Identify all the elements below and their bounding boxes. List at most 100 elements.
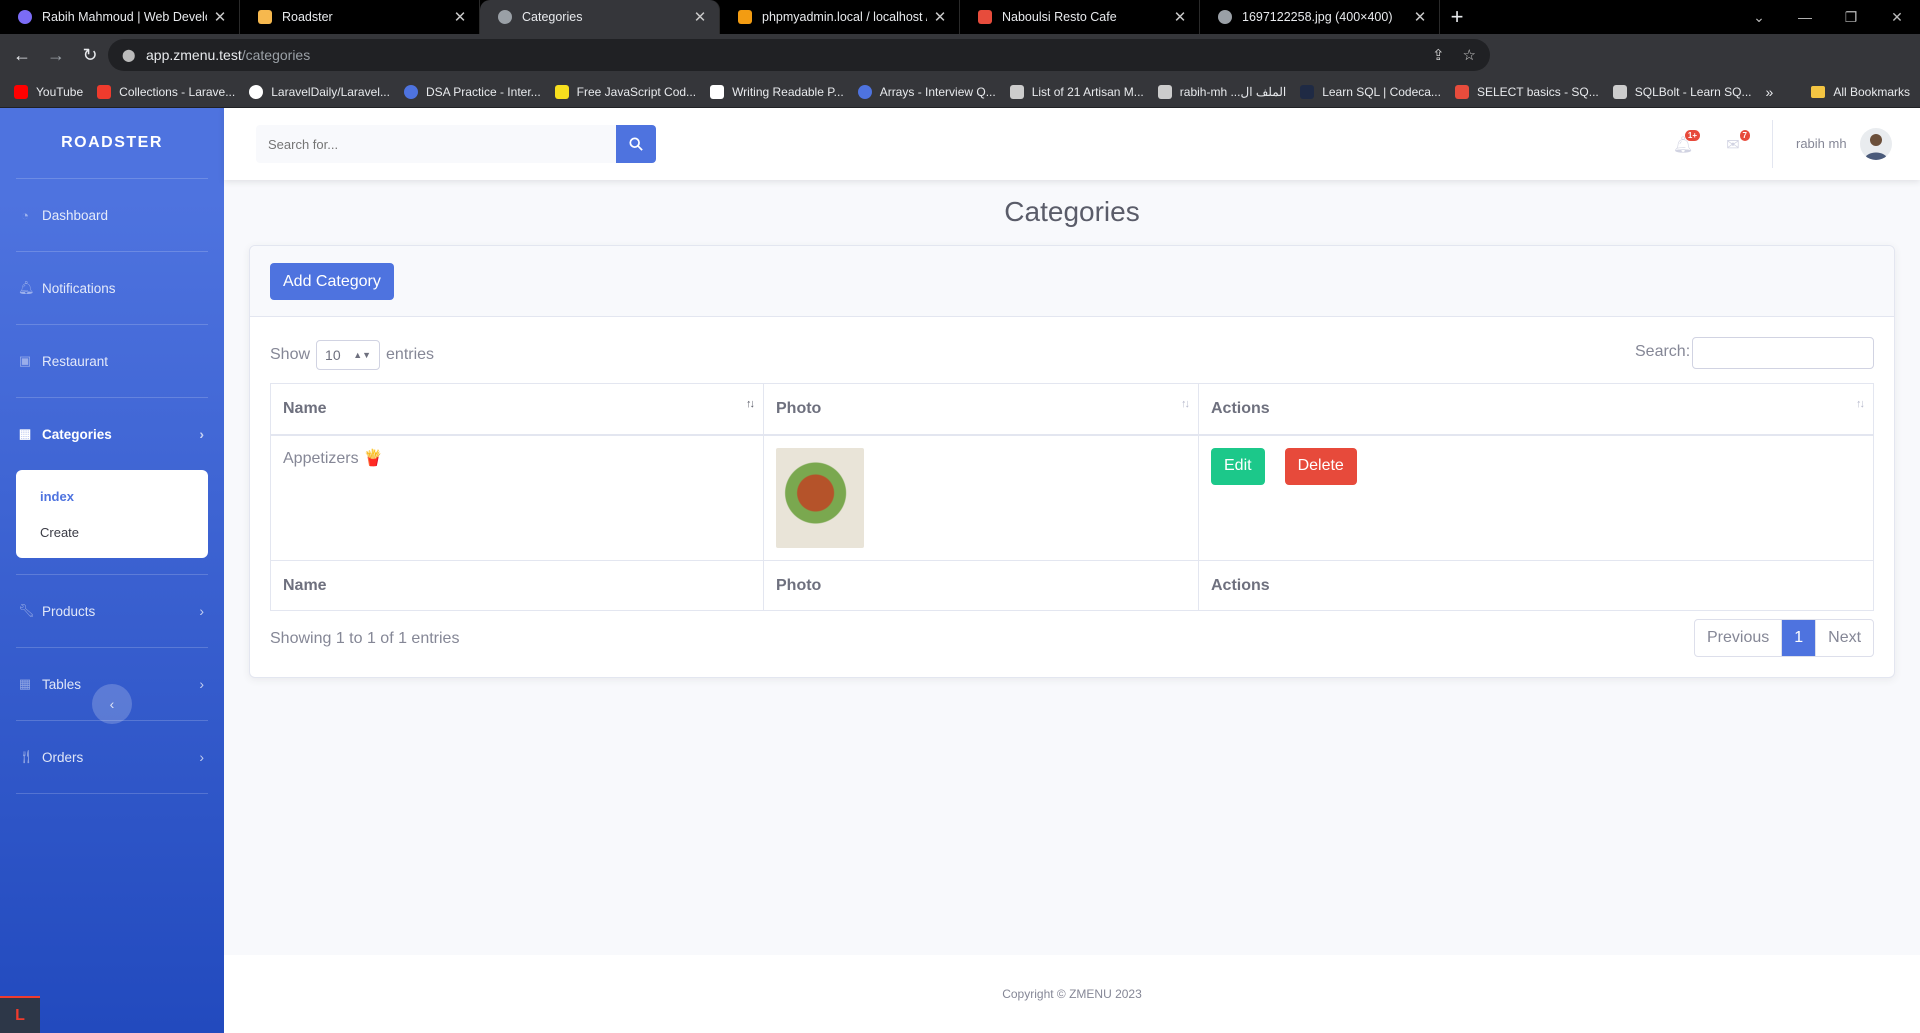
search-button[interactable]	[616, 125, 656, 163]
search-icon	[629, 137, 643, 151]
entries-length: Show 10 ▲▼ entries	[270, 340, 434, 370]
bookmark-item[interactable]: SELECT basics - SQ...	[1454, 84, 1599, 99]
category-photo	[776, 447, 864, 548]
avatar[interactable]	[1860, 128, 1892, 160]
select-arrows-icon: ▲▼	[353, 350, 372, 360]
reload-icon[interactable]: ↻	[78, 43, 102, 67]
entries-select[interactable]: 10 ▲▼	[316, 340, 381, 370]
javascript-icon	[554, 84, 569, 99]
bookmark-item[interactable]: rabih-mh ...الملف ال	[1157, 84, 1286, 99]
pagination: Previous 1 Next	[1694, 619, 1875, 657]
add-category-button[interactable]: Add Category	[270, 263, 394, 300]
browser-tab[interactable]: phpmyadmin.local / localhost / r ✕	[720, 0, 960, 34]
bookmark-favicon-icon	[403, 84, 418, 99]
url-host: app.zmenu.test	[146, 47, 242, 63]
messages-dropdown[interactable]: ✉ 7	[1718, 130, 1750, 160]
laravel-debugbar-icon[interactable]: L	[0, 996, 40, 1033]
browser-tab[interactable]: Rabih Mahmoud | Web Develop ✕	[0, 0, 240, 34]
site-info-icon[interactable]: ⬤	[122, 48, 136, 62]
edit-button[interactable]: Edit	[1211, 447, 1265, 485]
browser-tab[interactable]: Roadster ✕	[240, 0, 480, 34]
sidebar-item-dashboard[interactable]: ◔ Dashboard	[0, 179, 224, 251]
address-bar[interactable]: ⬤ app.zmenu.test/categories ⇪ ☆	[108, 39, 1490, 71]
close-icon[interactable]: ✕	[453, 8, 467, 26]
next-page-button[interactable]: Next	[1816, 620, 1873, 656]
tab-search-icon[interactable]: ⌄	[1736, 9, 1782, 26]
footer: Copyright © ZMENU 2023	[224, 955, 1920, 1033]
bookmark-favicon-icon	[857, 84, 872, 99]
bookmark-label: List of 21 Artisan M...	[1031, 84, 1144, 99]
sidebar-toggle-button[interactable]: ‹	[92, 684, 132, 724]
restore-icon[interactable]: ❐	[1828, 9, 1874, 26]
column-header-label: Actions	[1211, 399, 1270, 417]
delete-button[interactable]: Delete	[1284, 447, 1357, 485]
bookmark-label: LaravelDaily/Laravel...	[271, 84, 390, 99]
sidebar-item-notifications[interactable]: 🔔︎ Notifications	[0, 252, 224, 324]
bookmark-item[interactable]: SQLBolt - Learn SQ...	[1612, 84, 1751, 99]
column-header-actions[interactable]: Actions ↑↓	[1198, 383, 1874, 436]
bookmark-item[interactable]: Collections - Larave...	[97, 84, 236, 99]
column-header-photo[interactable]: Photo ↑↓	[763, 383, 1199, 436]
bookmark-label: DSA Practice - Inter...	[425, 84, 541, 99]
bell-icon: 🔔︎	[18, 280, 35, 295]
categories-table: Name ↑↓ Photo ↑↓ Actions ↑↓ Appetizers 🍟 Ed…	[270, 383, 1874, 611]
category-name: Appetizers	[283, 449, 359, 467]
youtube-icon	[14, 84, 28, 99]
sidebar-brand[interactable]: ROADSTER	[0, 108, 224, 178]
sidebar-item-orders[interactable]: 🍴︎ Orders ›	[0, 721, 224, 793]
url-path: /categories	[241, 47, 311, 63]
sidebar-item-restaurant[interactable]: ▣ Restaurant	[0, 325, 224, 397]
sidebar-item-label: Restaurant	[42, 353, 109, 369]
bookmark-item[interactable]: Free JavaScript Cod...	[554, 84, 696, 99]
sidebar-item-label: Tables	[42, 676, 82, 692]
close-icon[interactable]: ✕	[693, 8, 707, 26]
table-icon: ▦	[18, 426, 32, 441]
table-info: Showing 1 to 1 of 1 entries	[270, 630, 460, 647]
new-tab-button[interactable]: +	[1440, 0, 1474, 34]
bookmark-item[interactable]: List of 21 Artisan M...	[1009, 84, 1144, 99]
user-name[interactable]: rabih mh	[1796, 136, 1847, 151]
chevron-right-icon: ›	[199, 603, 204, 619]
browser-tab-bar: Rabih Mahmoud | Web Develop ✕ Roadster ✕ C…	[0, 0, 1920, 34]
minimize-icon[interactable]: —	[1782, 9, 1828, 25]
table-search-input[interactable]	[1692, 337, 1874, 369]
submenu-item-create[interactable]: Create	[16, 514, 208, 550]
browser-tab[interactable]: 1697122258.jpg (400×400) ✕	[1200, 0, 1440, 34]
close-icon[interactable]: ✕	[213, 8, 227, 26]
column-header-name[interactable]: Name ↑↓	[270, 383, 764, 436]
envelope-icon: ✉	[1726, 137, 1740, 154]
bookmark-label: SELECT basics - SQ...	[1476, 84, 1599, 99]
submenu-item-index[interactable]: index	[16, 478, 208, 514]
bookmark-item[interactable]: Writing Readable P...	[710, 84, 844, 99]
browser-tab[interactable]: Naboulsi Resto Cafe ✕	[960, 0, 1200, 34]
bookmark-label: Collections - Larave...	[119, 84, 236, 99]
search-input[interactable]	[256, 125, 616, 163]
bookmark-label: Writing Readable P...	[732, 84, 844, 99]
more-bookmarks-icon[interactable]: »	[1765, 84, 1773, 100]
bookmark-favicon-icon	[710, 84, 725, 99]
close-icon[interactable]: ✕	[1413, 8, 1427, 26]
bookmark-label: YouTube	[36, 84, 84, 99]
sidebar-item-products[interactable]: 🔧︎ Products ›	[0, 575, 224, 647]
close-icon[interactable]: ✕	[1173, 8, 1187, 26]
bookmark-item[interactable]: Learn SQL | Codeca...	[1300, 84, 1441, 99]
alerts-dropdown[interactable]: 🔔︎ 1+	[1668, 130, 1700, 160]
close-icon[interactable]: ✕	[933, 8, 947, 26]
bookmark-item[interactable]: Arrays - Interview Q...	[857, 84, 996, 99]
sidebar-item-categories[interactable]: ▦ Categories ›	[0, 398, 224, 470]
page-1-button[interactable]: 1	[1782, 620, 1817, 656]
window-close-icon[interactable]: ✕	[1874, 9, 1920, 26]
bookmark-item[interactable]: YouTube	[14, 84, 84, 99]
bookmark-item[interactable]: DSA Practice - Inter...	[403, 84, 541, 99]
browser-tab-active[interactable]: Categories ✕	[480, 0, 720, 34]
all-bookmarks[interactable]: All Bookmarks	[1811, 76, 1910, 108]
bookmark-label: Learn SQL | Codeca...	[1322, 84, 1441, 99]
alerts-count-badge: 1+	[1684, 130, 1700, 141]
forward-icon[interactable]: →	[44, 43, 68, 67]
bookmark-star-icon[interactable]: ☆	[1463, 46, 1476, 64]
previous-page-button[interactable]: Previous	[1695, 620, 1783, 656]
footer-header-name: Name	[270, 560, 764, 611]
bookmark-item[interactable]: LaravelDaily/Laravel...	[249, 84, 390, 99]
back-icon[interactable]: ←	[10, 43, 34, 67]
share-icon[interactable]: ⇪	[1432, 46, 1445, 64]
